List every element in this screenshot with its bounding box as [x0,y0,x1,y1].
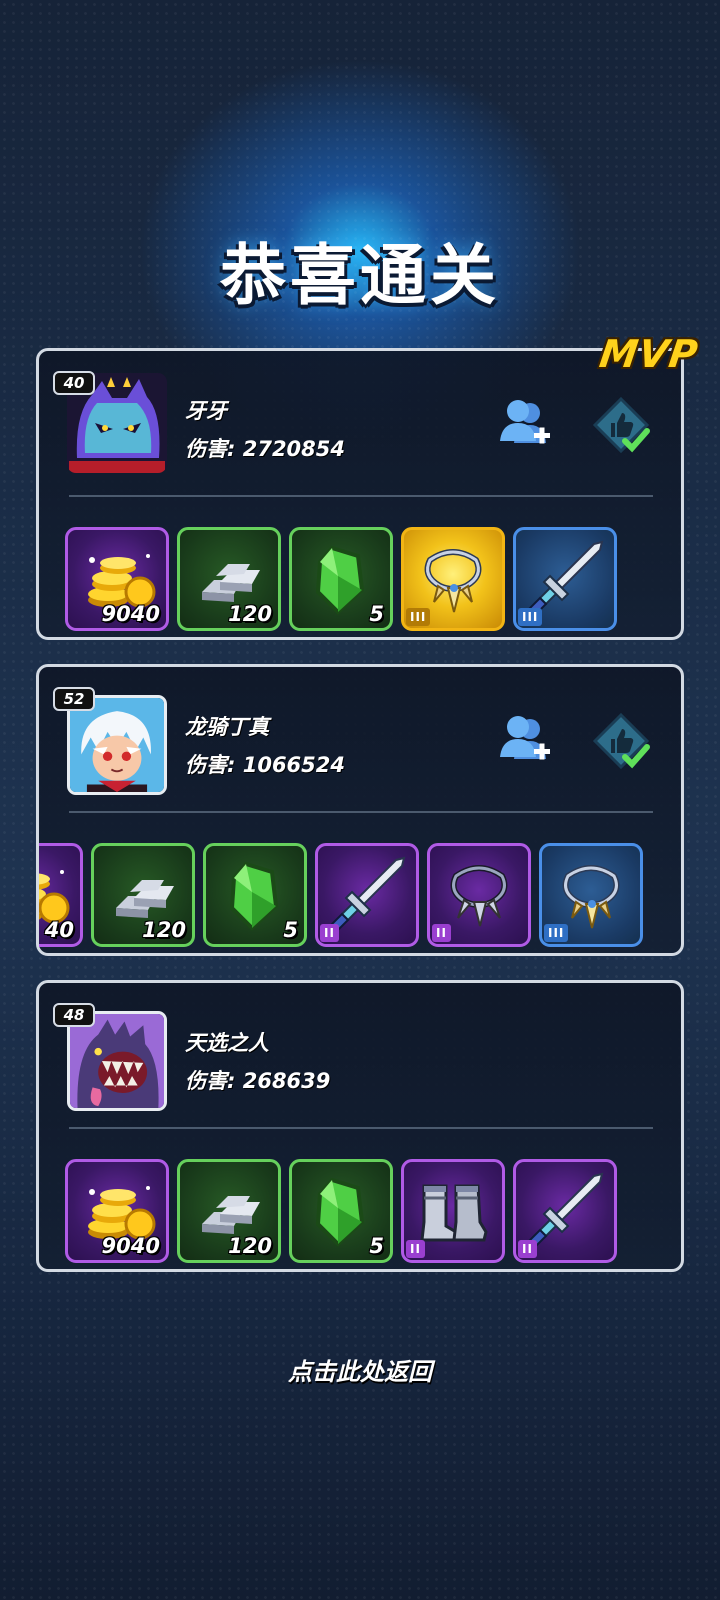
reward-item[interactable]: 5 [289,1159,393,1263]
reward-quantity: 5 [369,602,384,626]
reward-quantity: 9040 [101,1234,160,1258]
reward-item[interactable]: III [513,527,617,631]
reward-item[interactable]: III [401,527,505,631]
reward-quantity: 5 [369,1234,384,1258]
like-icon[interactable] [589,395,653,459]
reward-item[interactable]: II [315,843,419,947]
card-divider [69,495,653,497]
reward-item[interactable]: II [401,1159,505,1263]
reward-tier-badge: II [320,924,339,942]
reward-list: 40 120 5 II II III [39,843,681,949]
player-card: 40 牙牙 伤害: 2720854 9040 120 5 III III [36,348,684,640]
reward-quantity: 120 [228,602,272,626]
card-divider [69,1127,653,1129]
reward-item[interactable]: 9040 [65,527,169,631]
purple-beast-avatar-icon [70,1014,164,1108]
reward-item[interactable]: II [513,1159,617,1263]
mvp-badge: MVP [596,332,702,376]
player-damage: 伤害: 1066524 [185,753,346,777]
reward-tier-badge: II [406,1240,425,1258]
reward-item[interactable]: 120 [177,527,281,631]
player-level-badge: 48 [53,1003,95,1027]
player-card: 52 龙骑丁真 伤害: 1066524 40 120 5 II II III [36,664,684,956]
reward-quantity: 40 [44,918,74,942]
player-level-badge: 40 [53,371,95,395]
reward-list: 9040 120 5 III III [39,527,681,633]
player-card: 48 天选之人 伤害: 268639 9040 120 5 II II [36,980,684,1272]
reward-tier-badge: II [518,1240,537,1258]
white-hair-hero-avatar-icon [70,698,164,792]
player-level-badge: 52 [53,687,95,711]
add-friend-icon[interactable] [494,395,554,455]
player-name: 龙骑丁真 [185,715,269,739]
reward-tier-badge: III [406,608,431,626]
reward-quantity: 9040 [101,602,160,626]
add-friend-icon[interactable] [494,711,554,771]
player-name: 天选之人 [185,1031,269,1055]
reward-list: 9040 120 5 II II [39,1159,681,1265]
reward-quantity: 120 [142,918,186,942]
player-damage: 伤害: 268639 [185,1069,331,1093]
like-icon[interactable] [589,711,653,775]
reward-item[interactable]: 9040 [65,1159,169,1263]
reward-item[interactable]: 5 [203,843,307,947]
return-button[interactable]: 点击此处返回 [0,1352,720,1387]
reward-tier-badge: III [518,608,543,626]
reward-item[interactable]: III [539,843,643,947]
reward-quantity: 5 [283,918,298,942]
reward-tier-badge: III [544,924,569,942]
player-name: 牙牙 [185,399,227,423]
reward-item[interactable]: 120 [91,843,195,947]
player-damage: 伤害: 2720854 [185,437,346,461]
card-divider [69,811,653,813]
reward-item[interactable]: 120 [177,1159,281,1263]
victory-title: 恭喜通关 [220,237,500,314]
reward-item[interactable]: 40 [39,843,83,947]
reward-item[interactable]: II [427,843,531,947]
reward-quantity: 120 [228,1234,272,1258]
reward-tier-badge: II [432,924,451,942]
reward-item[interactable]: 5 [289,527,393,631]
